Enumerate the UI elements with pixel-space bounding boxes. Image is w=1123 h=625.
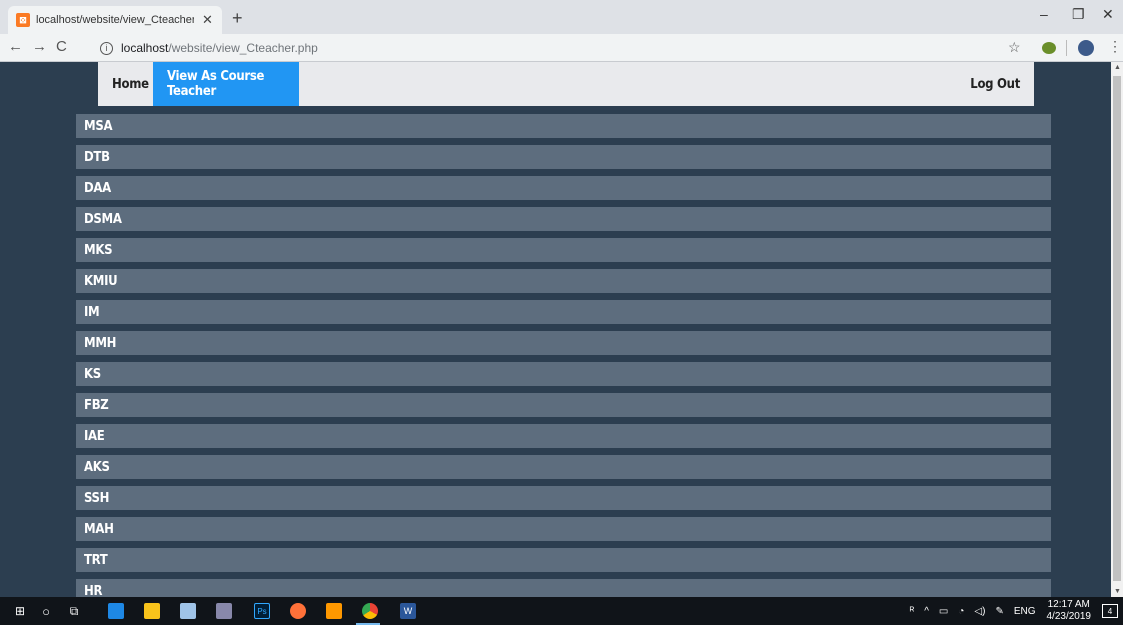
course-row[interactable]: DTB: [76, 145, 1051, 169]
reload-icon[interactable]: C: [56, 38, 67, 55]
word-icon[interactable]: W: [400, 603, 416, 619]
sublime-text-icon[interactable]: [326, 603, 342, 619]
profile-avatar-icon[interactable]: [1078, 40, 1094, 56]
browser-toolbar: ← → C i localhost/website/view_Cteacher.…: [0, 34, 1123, 62]
photoshop-icon[interactable]: Ps: [254, 603, 270, 619]
system-tray: ᴿ ^ ▭ ◔ ◁) ✎ ENG 12:17 AM 4/23/2019 4: [905, 597, 1123, 625]
pen-icon[interactable]: ✎: [995, 606, 1003, 617]
course-row[interactable]: MKS: [76, 238, 1051, 262]
menu-dots-icon[interactable]: ⋮: [1108, 38, 1122, 55]
notification-center-icon[interactable]: 4: [1102, 604, 1118, 618]
course-row[interactable]: MMH: [76, 331, 1051, 355]
url-path: /website/view_Cteacher.php: [168, 41, 318, 55]
nav-view-as-course-teacher-link[interactable]: View As Course Teacher: [153, 62, 299, 106]
clock-date: 4/23/2019: [1046, 611, 1092, 622]
battery-icon[interactable]: ▭: [939, 606, 948, 617]
app-icon[interactable]: [108, 603, 124, 619]
url-host: localhost: [121, 41, 169, 55]
close-window-button[interactable]: ✕: [1102, 6, 1114, 23]
search-icon[interactable]: ○: [38, 603, 54, 619]
course-row[interactable]: AKS: [76, 455, 1051, 479]
course-row[interactable]: TRT: [76, 548, 1051, 572]
forward-icon[interactable]: →: [32, 38, 47, 55]
people-icon[interactable]: ᴿ: [910, 606, 915, 617]
back-icon[interactable]: ←: [8, 38, 23, 55]
course-row[interactable]: FBZ: [76, 393, 1051, 417]
clock[interactable]: 12:17 AM 4/23/2019: [1047, 599, 1092, 623]
scroll-up-icon[interactable]: ▲: [1114, 64, 1121, 71]
scroll-down-icon[interactable]: ▼: [1114, 588, 1121, 595]
file-explorer-icon[interactable]: [144, 603, 160, 619]
volume-icon[interactable]: ◁): [974, 606, 985, 617]
paint-icon[interactable]: [180, 603, 196, 619]
course-row[interactable]: IAE: [76, 424, 1051, 448]
chrome-icon[interactable]: [362, 603, 378, 619]
course-row[interactable]: IM: [76, 300, 1051, 324]
browser-tab[interactable]: ⊠ localhost/website/view_Cteacher ✕: [8, 6, 222, 34]
course-row[interactable]: KS: [76, 362, 1051, 386]
new-tab-button[interactable]: +: [232, 8, 243, 29]
tab-title: localhost/website/view_Cteacher: [36, 14, 194, 26]
clock-time: 12:17 AM: [1047, 599, 1090, 610]
task-view-icon[interactable]: ⧉: [66, 603, 82, 619]
course-list: MSA DTB DAA DSMA MKS KMIU IM MMH KS FBZ IAE AKS SSH M…: [76, 114, 1051, 610]
chevron-up-icon[interactable]: ^: [924, 606, 929, 617]
firefox-icon[interactable]: [290, 603, 306, 619]
course-row[interactable]: SSH: [76, 486, 1051, 510]
minimize-button[interactable]: –: [1040, 6, 1048, 22]
maximize-button[interactable]: ❐: [1072, 6, 1085, 23]
language-indicator[interactable]: ENG: [1014, 606, 1036, 617]
windows-taskbar: ⊞ ○ ⧉ Ps W ᴿ ^ ▭ ◔ ◁) ✎ ENG 12:17 AM 4/2…: [0, 597, 1123, 625]
info-icon[interactable]: i: [100, 41, 113, 55]
address-bar[interactable]: i localhost/website/view_Cteacher.php: [100, 37, 1020, 59]
xampp-icon: ⊠: [16, 13, 30, 27]
toolbar-divider: [1066, 40, 1067, 56]
nav-logout-link[interactable]: Log Out: [956, 62, 1034, 106]
page-scrollbar[interactable]: ▲ ▼: [1111, 62, 1123, 597]
course-row[interactable]: DAA: [76, 176, 1051, 200]
course-row[interactable]: KMIU: [76, 269, 1051, 293]
browser-tab-strip: ⊠ localhost/website/view_Cteacher ✕ + – …: [0, 0, 1123, 34]
site-navbar: Home View As Course Teacher Log Out: [98, 62, 1034, 106]
course-row[interactable]: MSA: [76, 114, 1051, 138]
bookmark-star-icon[interactable]: ☆: [1008, 39, 1021, 56]
tools-icon[interactable]: [216, 603, 232, 619]
windows-start-icon[interactable]: ⊞: [12, 603, 28, 619]
close-tab-icon[interactable]: ✕: [202, 12, 213, 28]
extension-icon[interactable]: [1042, 42, 1056, 54]
course-row[interactable]: MAH: [76, 517, 1051, 541]
course-row[interactable]: DSMA: [76, 207, 1051, 231]
wifi-icon[interactable]: ◔: [958, 606, 964, 617]
scrollbar-thumb[interactable]: [1113, 76, 1121, 581]
